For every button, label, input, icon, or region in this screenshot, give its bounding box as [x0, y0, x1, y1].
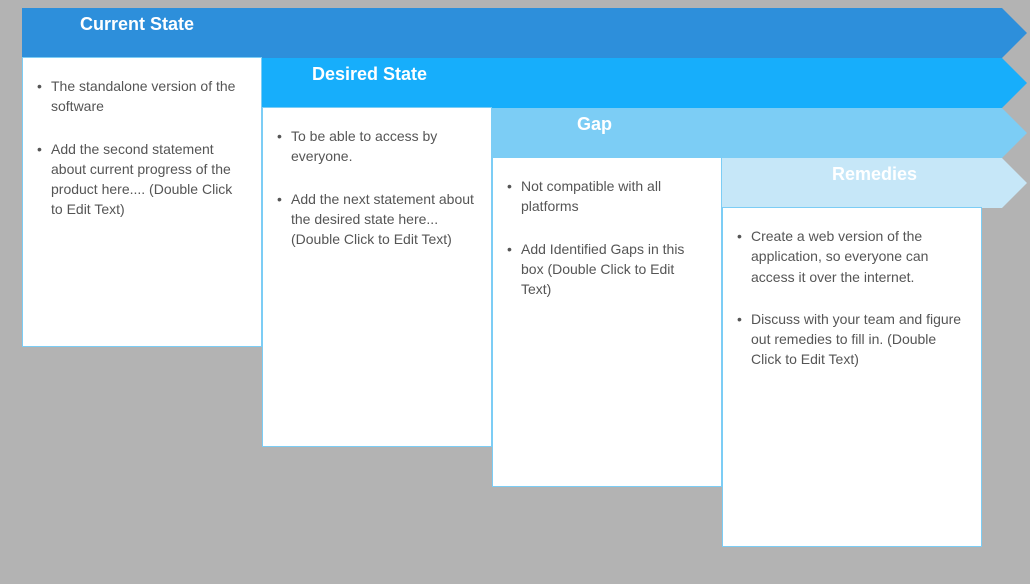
section-title-gap: Gap [577, 114, 612, 135]
section-title-remedies: Remedies [832, 164, 917, 185]
content-box-desired-state[interactable]: To be able to access by everyone. Add th… [262, 107, 492, 447]
section-title-desired-state: Desired State [312, 64, 427, 85]
item-list: Not compatible with all platforms Add Id… [507, 176, 707, 299]
list-item[interactable]: Discuss with your team and figure out re… [737, 309, 967, 370]
content-box-remedies[interactable]: Create a web version of the application,… [722, 207, 982, 547]
list-item[interactable]: Add the second statement about current p… [37, 139, 247, 220]
list-item[interactable]: Create a web version of the application,… [737, 226, 967, 287]
list-item[interactable]: The standalone version of the software [37, 76, 247, 117]
item-list: The standalone version of the software A… [37, 76, 247, 220]
list-item[interactable]: Not compatible with all platforms [507, 176, 707, 217]
list-item[interactable]: To be able to access by everyone. [277, 126, 477, 167]
list-item[interactable]: Add Identified Gaps in this box (Double … [507, 239, 707, 300]
item-list: To be able to access by everyone. Add th… [277, 126, 477, 249]
arrow-band-current-state: Current State [22, 8, 1002, 58]
content-box-gap[interactable]: Not compatible with all platforms Add Id… [492, 157, 722, 487]
list-item[interactable]: Add the next statement about the desired… [277, 189, 477, 250]
item-list: Create a web version of the application,… [737, 226, 967, 370]
section-title-current-state: Current State [80, 14, 194, 35]
content-box-current-state[interactable]: The standalone version of the software A… [22, 57, 262, 347]
